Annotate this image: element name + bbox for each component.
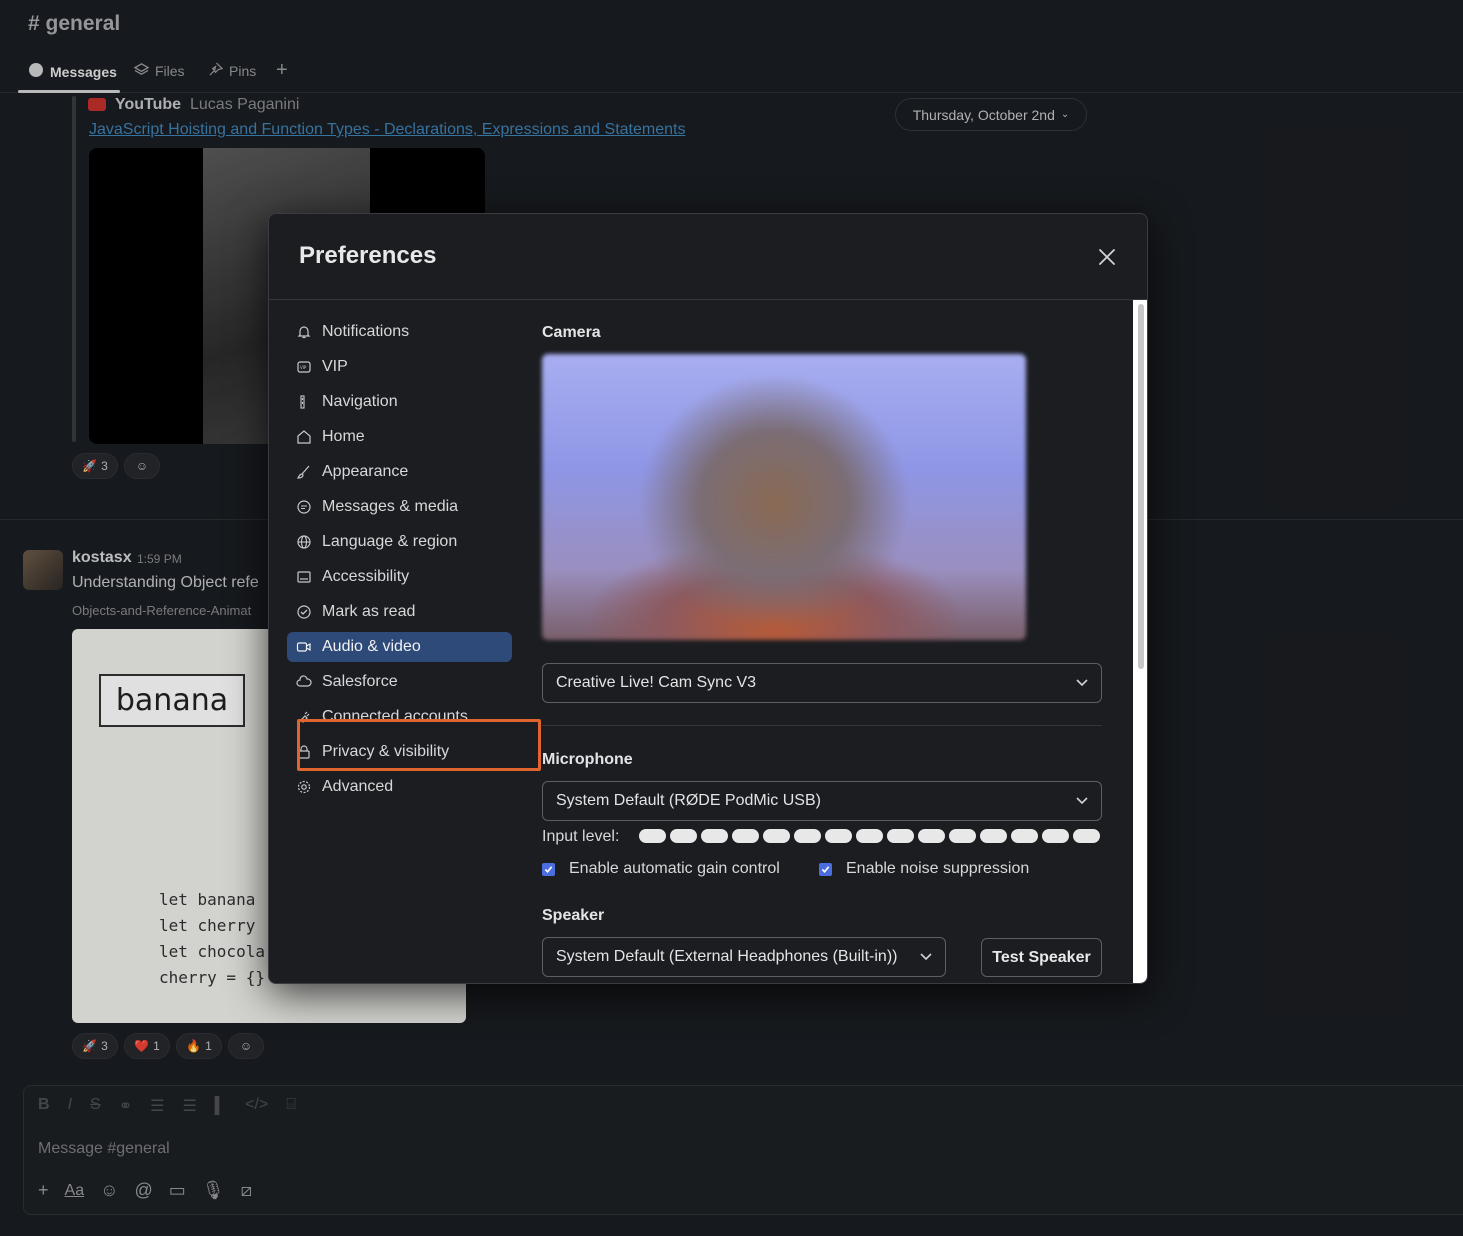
scrollbar-thumb[interactable] [1138, 304, 1144, 669]
microphone-select[interactable]: System Default (RØDE PodMic USB) [542, 781, 1102, 821]
chevron-down-icon [1076, 679, 1088, 687]
sidebar-item-label: Messages & media [322, 497, 459, 515]
preferences-sidebar: Notifications VIP VIP Navigation Home Ap… [287, 314, 541, 804]
camera-section-label: Camera [542, 324, 601, 341]
input-level-segment [701, 829, 728, 843]
check-circle-icon [297, 604, 311, 619]
dialog-header-divider [269, 299, 1147, 300]
sidebar-item-audio-video[interactable]: Audio & video [287, 632, 512, 662]
sidebar-item-messages-media[interactable]: Messages & media [287, 489, 523, 524]
sidebar-item-label: Appearance [322, 462, 409, 480]
keyboard-icon [297, 570, 311, 583]
checkmark-icon [544, 865, 553, 873]
sidebar-item-privacy-visibility[interactable]: Privacy & visibility [287, 734, 523, 769]
plug-icon [297, 711, 310, 723]
input-level-segment [794, 829, 821, 843]
sidebar-item-notifications[interactable]: Notifications [287, 314, 523, 349]
navigation-icon [300, 394, 305, 409]
lock-icon [298, 744, 310, 759]
preferences-dialog: Preferences Notifications VIP VIP Naviga… [268, 213, 1148, 984]
brush-icon [297, 465, 310, 479]
sidebar-item-label: Home [322, 427, 365, 445]
input-level-label: Input level: [542, 828, 620, 845]
home-icon [297, 429, 311, 444]
input-level-segment [1042, 829, 1069, 843]
sidebar-item-label: Notifications [322, 322, 410, 340]
message-icon [297, 499, 311, 514]
sidebar-item-salesforce[interactable]: Salesforce [287, 664, 523, 699]
chevron-down-icon [920, 953, 932, 961]
sidebar-item-accessibility[interactable]: Accessibility [287, 559, 523, 594]
camera-preview [542, 354, 1026, 640]
input-level-segment [887, 829, 914, 843]
sidebar-item-label: Connected accounts [322, 707, 468, 725]
camera-select-value: Creative Live! Cam Sync V3 [556, 674, 757, 691]
sidebar-item-appearance[interactable]: Appearance [287, 454, 523, 489]
speaker-section-label: Speaker [542, 907, 605, 924]
input-level-segment [1073, 829, 1100, 843]
vip-icon: VIP [297, 360, 311, 373]
input-level-segment [949, 829, 976, 843]
sidebar-item-home[interactable]: Home [287, 419, 523, 454]
input-level-segment [763, 829, 790, 843]
noise-suppression-label: Enable noise suppression [846, 860, 1030, 877]
sidebar-item-label: Mark as read [322, 602, 416, 620]
sidebar-item-label: Language & region [322, 532, 458, 550]
speaker-select-value: System Default (External Headphones (Bui… [556, 948, 898, 965]
section-divider [542, 725, 1102, 726]
sidebar-item-navigation[interactable]: Navigation [287, 384, 523, 419]
close-icon [1099, 249, 1115, 265]
microphone-select-value: System Default (RØDE PodMic USB) [556, 792, 821, 809]
sidebar-item-mark-as-read[interactable]: Mark as read [287, 594, 523, 629]
sidebar-item-connected-accounts[interactable]: Connected accounts [287, 699, 523, 734]
speaker-select[interactable]: System Default (External Headphones (Bui… [542, 937, 946, 977]
input-level-segment [670, 829, 697, 843]
checkmark-icon [821, 865, 830, 873]
sidebar-item-label: Navigation [322, 392, 398, 410]
sidebar-item-advanced[interactable]: Advanced [287, 769, 523, 804]
camera-select[interactable]: Creative Live! Cam Sync V3 [542, 663, 1102, 703]
input-level-segment [825, 829, 852, 843]
input-level-segment [639, 829, 666, 843]
chevron-down-icon [1076, 797, 1088, 805]
sidebar-item-label: Salesforce [322, 672, 398, 690]
input-level-segment [980, 829, 1007, 843]
sidebar-item-label: Advanced [322, 777, 394, 795]
auto-gain-checkbox[interactable] [542, 862, 555, 876]
gear-icon [297, 780, 311, 793]
input-level-segment [1011, 829, 1038, 843]
test-speaker-button[interactable]: Test Speaker [981, 938, 1102, 977]
noise-suppression-checkbox[interactable] [819, 862, 832, 876]
sidebar-item-vip[interactable]: VIP VIP [287, 349, 523, 384]
sidebar-item-label: VIP [322, 357, 348, 375]
cloud-icon [296, 674, 312, 687]
noise-suppression-checkbox-row[interactable]: Enable noise suppression [819, 860, 1029, 878]
auto-gain-label: Enable automatic gain control [569, 860, 780, 877]
globe-icon [297, 534, 311, 549]
bell-icon [297, 325, 311, 338]
input-level-meter [639, 829, 1100, 843]
microphone-section-label: Microphone [542, 751, 633, 768]
sidebar-item-label: Accessibility [322, 567, 410, 585]
sidebar-item-label: Audio & video [322, 638, 421, 655]
dialog-title: Preferences [299, 242, 437, 269]
close-button[interactable] [1092, 242, 1122, 272]
input-level-segment [918, 829, 945, 843]
sidebar-item-language-region[interactable]: Language & region [287, 524, 523, 559]
input-level-segment [856, 829, 883, 843]
svg-text:VIP: VIP [300, 365, 307, 370]
video-camera-icon [296, 642, 311, 652]
auto-gain-checkbox-row[interactable]: Enable automatic gain control [542, 860, 780, 878]
input-level-segment [732, 829, 759, 843]
sidebar-item-label: Privacy & visibility [322, 742, 450, 760]
